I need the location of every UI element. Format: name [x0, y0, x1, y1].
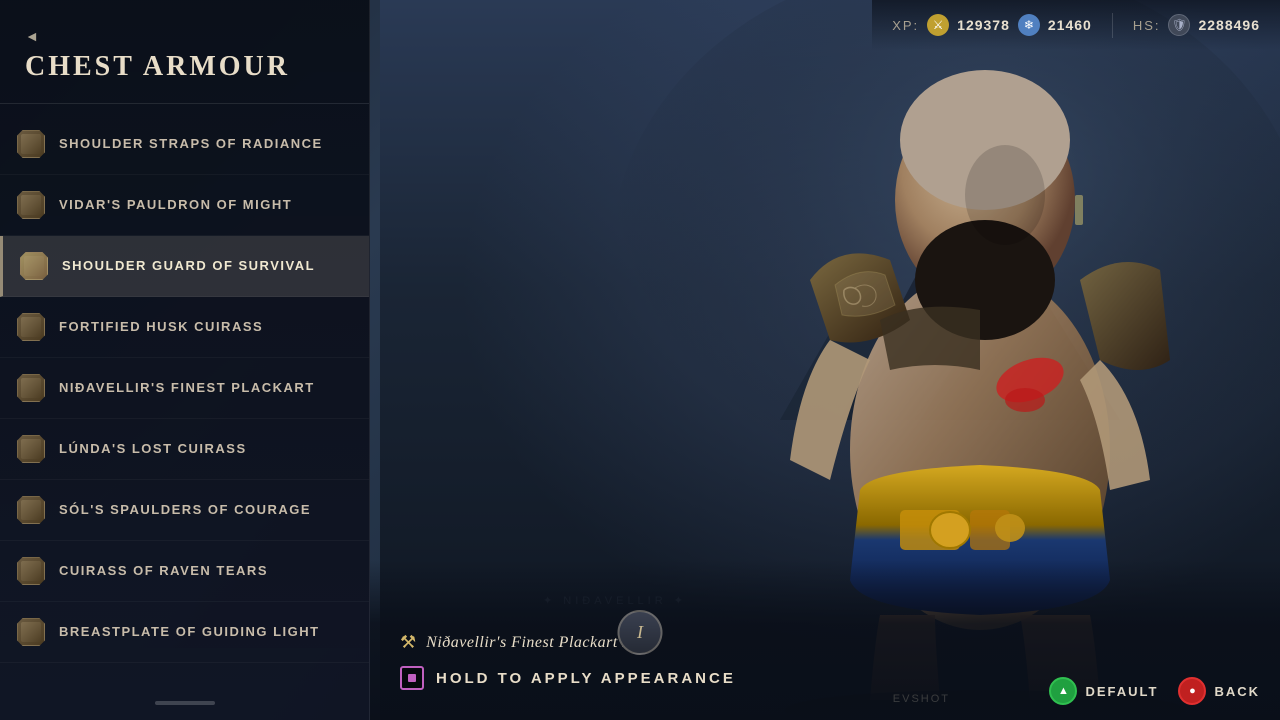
armor-icon-0	[15, 128, 47, 160]
watermark: EVSHOT	[893, 693, 950, 705]
hud-divider	[1112, 13, 1113, 38]
xp-section: XP: ⚔ 129378 ❄ 21460	[892, 14, 1092, 36]
item-label-1: VIDAR'S PAULDRON OF MIGHT	[59, 197, 292, 214]
xp-value1: 129378	[957, 17, 1010, 33]
menu-item[interactable]: CUIRASS OF RAVEN TEARS	[0, 541, 369, 602]
armor-icon-7	[15, 555, 47, 587]
armor-icon-8	[15, 616, 47, 648]
back-arrow: ◄	[25, 30, 349, 46]
armor-icon-4	[15, 372, 47, 404]
page-badge: I	[618, 610, 663, 655]
apply-appearance-button[interactable]	[400, 666, 424, 690]
menu-item[interactable]: NIÐAVELLIR'S FINEST PLACKART	[0, 358, 369, 419]
item-detail: ⚒ Niðavellir's Finest Plackart III	[370, 617, 1280, 661]
xp-value2: 21460	[1048, 17, 1092, 33]
item-label-2: SHOULDER GUARD OF SURVIVAL	[62, 258, 315, 275]
left-panel: ◄ CHEST ARMOUR SHOULDER STRAPS OF RADIAN…	[0, 0, 370, 720]
xp2-icon: ❄	[1018, 14, 1040, 36]
back-button[interactable]: ● BACK	[1178, 677, 1260, 705]
back-label: BACK	[1214, 684, 1260, 699]
hs-label: HS:	[1133, 18, 1161, 33]
title-area: ◄ CHEST ARMOUR	[0, 0, 369, 104]
page-indicator: I	[618, 610, 663, 655]
armor-icon-3	[15, 311, 47, 343]
item-label-8: BREASTPLATE OF GUIDING LIGHT	[59, 624, 320, 641]
menu-item[interactable]: SÓL'S SPAULDERS OF COURAGE	[0, 480, 369, 541]
top-hud: XP: ⚔ 129378 ❄ 21460 HS: 🛡 2288496	[872, 0, 1280, 50]
item-label-3: FORTIFIED HUSK CUIRASS	[59, 319, 263, 336]
bottom-controls: ▲ DEFAULT ● BACK	[1049, 677, 1260, 705]
armor-icon-2	[18, 250, 50, 282]
section-title: CHEST ARMOUR	[25, 51, 349, 83]
item-label-7: CUIRASS OF RAVEN TEARS	[59, 563, 268, 580]
hs-section: HS: 🛡 2288496	[1133, 14, 1260, 36]
scroll-indicator	[155, 701, 215, 705]
armor-icon-1	[15, 189, 47, 221]
detail-name: Niðavellir's Finest Plackart III	[426, 634, 640, 652]
hs-icon: 🛡	[1168, 14, 1190, 36]
menu-item[interactable]: FORTIFIED HUSK CUIRASS	[0, 297, 369, 358]
detail-icon: ⚒	[400, 632, 416, 653]
default-button[interactable]: ▲ DEFAULT	[1049, 677, 1158, 705]
xp1-icon: ⚔	[927, 14, 949, 36]
menu-item[interactable]: BREASTPLATE OF GUIDING LIGHT	[0, 602, 369, 663]
menu-item[interactable]: LÚNDA'S LOST CUIRASS	[0, 419, 369, 480]
hs-value: 2288496	[1198, 17, 1260, 33]
item-label-0: SHOULDER STRAPS OF RADIANCE	[59, 136, 323, 153]
item-label-6: SÓL'S SPAULDERS OF COURAGE	[59, 502, 311, 519]
menu-list: SHOULDER STRAPS OF RADIANCE VIDAR'S PAUL…	[0, 114, 369, 663]
item-label-4: NIÐAVELLIR'S FINEST PLACKART	[59, 380, 315, 397]
default-label: DEFAULT	[1085, 684, 1158, 699]
armor-icon-6	[15, 494, 47, 526]
action-label: HOLD TO APPLY APPEARANCE	[436, 670, 736, 687]
back-icon: ●	[1178, 677, 1206, 705]
menu-item-active[interactable]: SHOULDER GUARD OF SURVIVAL	[0, 236, 369, 297]
default-icon: ▲	[1049, 677, 1077, 705]
menu-item[interactable]: VIDAR'S PAULDRON OF MIGHT	[0, 175, 369, 236]
armor-icon-5	[15, 433, 47, 465]
xp-label: XP:	[892, 18, 919, 33]
item-label-5: LÚNDA'S LOST CUIRASS	[59, 441, 247, 458]
menu-item[interactable]: SHOULDER STRAPS OF RADIANCE	[0, 114, 369, 175]
button-inner	[408, 674, 416, 682]
